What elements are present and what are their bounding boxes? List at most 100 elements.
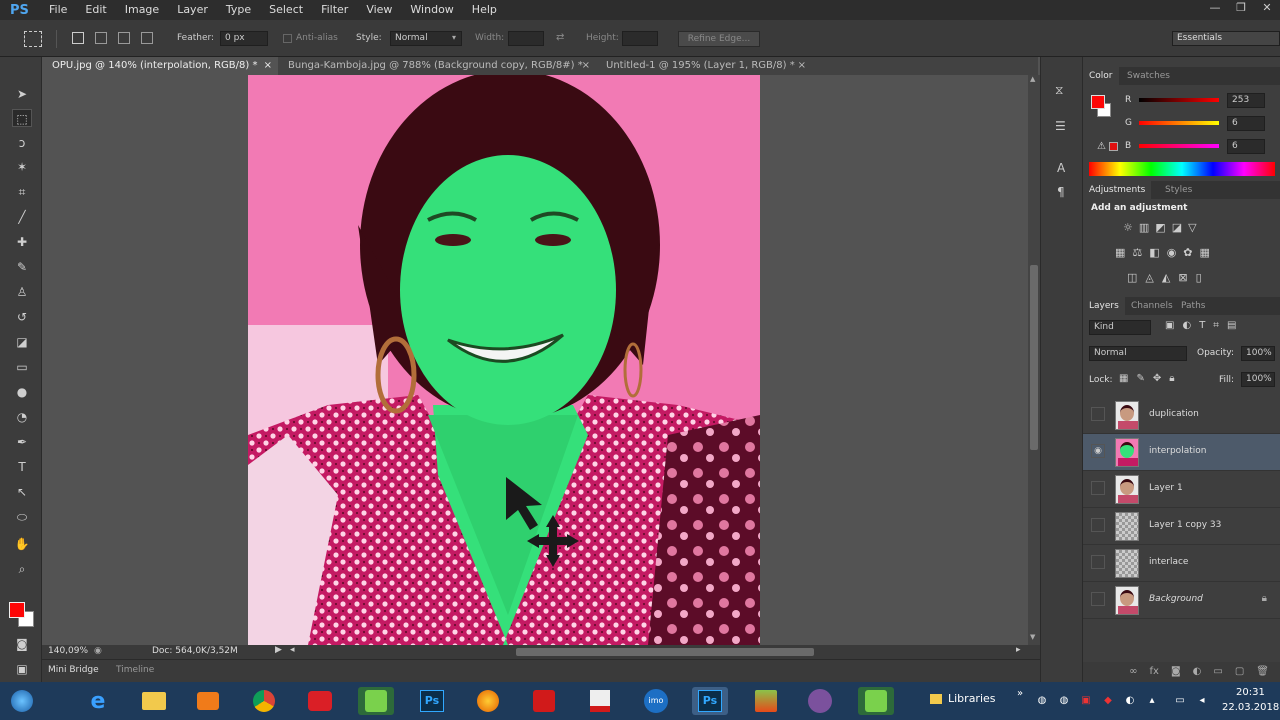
tab-close-icon[interactable]: ×: [264, 57, 272, 75]
scroll-down-icon[interactable]: ▼: [1030, 633, 1035, 641]
posterize-icon[interactable]: ◬: [1145, 271, 1153, 284]
curves-icon[interactable]: ◩: [1155, 221, 1165, 234]
vertical-scroll-thumb[interactable]: [1030, 265, 1038, 450]
color-spectrum-bar[interactable]: [1089, 162, 1275, 176]
media-player-icon[interactable]: [190, 687, 226, 715]
add-mask-icon[interactable]: ◙: [1171, 662, 1181, 682]
move-tool-icon[interactable]: ➤: [12, 85, 32, 103]
visibility-eye-icon[interactable]: [1091, 407, 1105, 421]
share-icon[interactable]: ◉: [94, 646, 102, 656]
properties-panel-icon[interactable]: ☰: [1055, 119, 1066, 133]
toolbar-overflow-icon[interactable]: »: [1017, 688, 1023, 699]
exposure-icon[interactable]: ◪: [1172, 221, 1182, 234]
blur-tool-icon[interactable]: ●: [12, 383, 32, 401]
dodge-tool-icon[interactable]: ◔: [12, 408, 32, 426]
show-hidden-icons[interactable]: ▴: [1146, 695, 1158, 707]
channel-mixer-icon[interactable]: ✿: [1183, 246, 1192, 259]
feather-input[interactable]: 0 px: [220, 31, 268, 46]
tab-layers[interactable]: Layers: [1083, 297, 1125, 315]
document-canvas[interactable]: [42, 75, 1028, 645]
scroll-left-icon[interactable]: ◂: [290, 645, 295, 655]
new-group-icon[interactable]: ▭: [1213, 662, 1222, 682]
healing-brush-tool-icon[interactable]: ✚: [12, 233, 32, 251]
menu-view[interactable]: View: [357, 0, 401, 20]
menu-help[interactable]: Help: [463, 0, 506, 20]
pen-tool-icon[interactable]: ✒: [12, 433, 32, 451]
quick-mask-icon[interactable]: ◙: [12, 635, 32, 653]
document-image[interactable]: [248, 75, 760, 645]
winrar-icon[interactable]: [748, 687, 784, 715]
smart-object-filter-icon[interactable]: ▤: [1227, 320, 1236, 331]
viber-icon[interactable]: [802, 687, 838, 715]
gradient-map-icon[interactable]: ▯: [1196, 271, 1202, 284]
hue-saturation-icon[interactable]: ▦: [1115, 246, 1125, 259]
threshold-icon[interactable]: ◭: [1162, 271, 1170, 284]
lasso-tool-icon[interactable]: ↄ: [12, 134, 32, 152]
crop-tool-icon[interactable]: ⌗: [12, 183, 32, 201]
vibrance-icon[interactable]: ▽: [1188, 221, 1196, 234]
visibility-eye-icon[interactable]: ◉: [1091, 444, 1105, 458]
tray-icon-1[interactable]: ◍: [1036, 695, 1048, 707]
link-layers-icon[interactable]: ∞: [1129, 662, 1137, 682]
opacity-input[interactable]: 100%: [1241, 346, 1275, 361]
blend-mode-select[interactable]: Normal: [1089, 346, 1187, 361]
firefox-icon[interactable]: [470, 687, 506, 715]
internet-explorer-icon[interactable]: e: [80, 687, 116, 715]
adjustment-filter-icon[interactable]: ◐: [1182, 320, 1191, 331]
layer-row[interactable]: interlace: [1083, 545, 1280, 582]
b-input[interactable]: 6: [1227, 139, 1265, 154]
pixel-filter-icon[interactable]: ▣: [1165, 320, 1174, 331]
history-panel-icon[interactable]: ⧖: [1055, 83, 1063, 98]
eyedropper-tool-icon[interactable]: ╱: [12, 208, 32, 226]
tab-swatches[interactable]: Swatches: [1121, 67, 1176, 85]
visibility-eye-icon[interactable]: [1091, 518, 1105, 532]
type-tool-icon[interactable]: T: [12, 458, 32, 476]
brightness-icon[interactable]: ☼: [1123, 221, 1133, 234]
file-explorer-icon[interactable]: [136, 687, 172, 715]
visibility-eye-icon[interactable]: [1091, 592, 1105, 606]
marquee-tool-preset-icon[interactable]: [24, 31, 42, 47]
shape-filter-icon[interactable]: ⌗: [1213, 320, 1219, 331]
color-foreground-swatch[interactable]: [1091, 95, 1105, 109]
tray-adobe-icon[interactable]: ▣: [1080, 695, 1092, 707]
menu-image[interactable]: Image: [116, 0, 168, 20]
fill-input[interactable]: 100%: [1241, 372, 1275, 387]
creative-cloud-icon[interactable]: [302, 687, 338, 715]
invert-icon[interactable]: ◫: [1127, 271, 1137, 284]
layer-row[interactable]: Background 🔒︎: [1083, 582, 1280, 619]
tab-mini-bridge[interactable]: Mini Bridge: [48, 665, 99, 675]
camtasia-icon[interactable]: [358, 687, 394, 715]
tab-bunga-kamboja[interactable]: Bunga-Kamboja.jpg @ 788% (Background cop…: [278, 57, 594, 75]
tab-color[interactable]: Color: [1083, 67, 1119, 85]
add-selection-icon[interactable]: [95, 32, 107, 44]
delete-layer-icon[interactable]: 🗑︎: [1256, 662, 1269, 682]
menu-file[interactable]: File: [40, 0, 76, 20]
visibility-eye-icon[interactable]: [1091, 555, 1105, 569]
tab-timeline[interactable]: Timeline: [116, 665, 154, 675]
swap-icon[interactable]: ⇄: [556, 32, 564, 43]
tab-adjustments[interactable]: Adjustments: [1083, 181, 1152, 199]
new-selection-icon[interactable]: [72, 32, 84, 44]
width-input[interactable]: [508, 31, 544, 46]
black-white-icon[interactable]: ◧: [1149, 246, 1159, 259]
photo-filter-icon[interactable]: ◉: [1167, 246, 1177, 259]
layer-row[interactable]: Layer 1: [1083, 471, 1280, 508]
new-adjustment-icon[interactable]: ◐: [1193, 662, 1202, 682]
magic-wand-tool-icon[interactable]: ✶: [12, 158, 32, 176]
adobe-reader-icon[interactable]: [526, 687, 562, 715]
b-slider[interactable]: [1139, 144, 1219, 148]
tab-styles[interactable]: Styles: [1159, 181, 1198, 199]
tray-icon-2[interactable]: ◍: [1058, 695, 1070, 707]
r-slider[interactable]: [1139, 98, 1219, 102]
hand-tool-icon[interactable]: ✋: [12, 535, 32, 553]
intersect-selection-icon[interactable]: [141, 32, 153, 44]
camtasia-recorder-icon[interactable]: [858, 687, 894, 715]
height-input[interactable]: [622, 31, 658, 46]
status-menu-arrow-icon[interactable]: ▶: [275, 645, 282, 655]
vertical-scrollbar[interactable]: ▲ ▼: [1028, 75, 1040, 645]
close-button[interactable]: ✕: [1254, 0, 1280, 16]
workspace-select[interactable]: Essentials: [1172, 31, 1280, 46]
lock-transparency-icon[interactable]: ▦: [1119, 373, 1128, 384]
gradient-tool-icon[interactable]: ▭: [12, 358, 32, 376]
restore-button[interactable]: ❐: [1228, 0, 1254, 16]
